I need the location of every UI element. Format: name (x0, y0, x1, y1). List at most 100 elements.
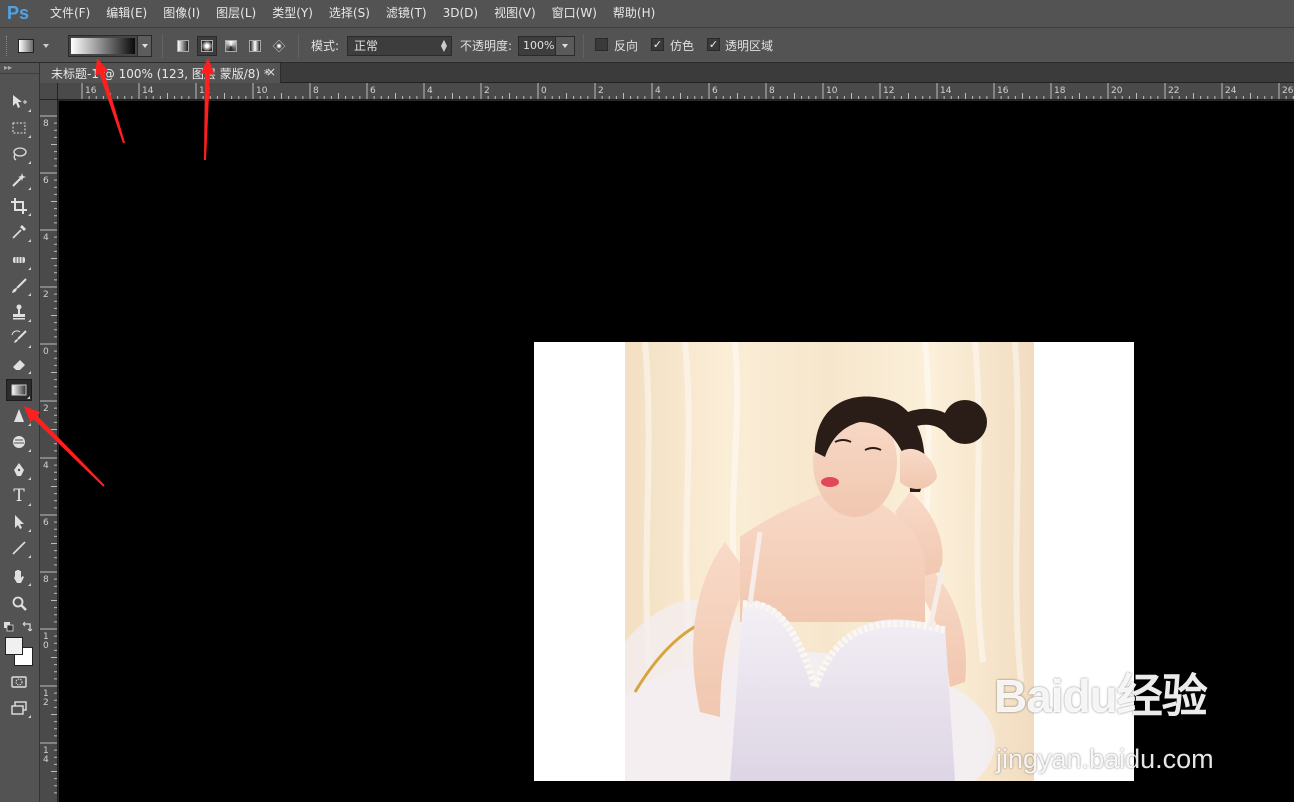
chevron-down-icon (141, 44, 148, 48)
magic-wand-tool[interactable] (6, 169, 32, 191)
opacity-input[interactable]: 100% (518, 36, 556, 56)
swap-colors-button[interactable] (22, 620, 34, 632)
default-colors-icon (4, 622, 14, 632)
angle-gradient-button[interactable] (221, 36, 241, 56)
tool-flyout-indicator (28, 213, 31, 216)
gradient-preview-bar[interactable] (71, 38, 135, 54)
menu-layer[interactable]: 图层(L) (208, 0, 264, 27)
transparency-checkbox[interactable]: ✓ (707, 38, 720, 51)
gradient-icon (11, 384, 27, 396)
ruler-label: 6 (712, 86, 718, 96)
lasso-tool[interactable] (6, 143, 32, 165)
vertical-ruler[interactable]: 864202468101214 (40, 100, 58, 802)
clone-stamp-tool[interactable] (6, 301, 32, 323)
options-bar-grip[interactable] (6, 36, 9, 56)
clone-stamp-icon (13, 304, 25, 320)
ruler-label: 0 (43, 347, 49, 357)
default-colors-button[interactable] (4, 621, 14, 632)
path-selection-tool[interactable] (6, 511, 32, 533)
opacity-slider-button[interactable] (555, 36, 575, 56)
chevron-down-icon (562, 44, 568, 48)
tool-flyout-indicator (28, 319, 31, 322)
gradient-picker-dropdown[interactable] (137, 36, 151, 56)
type-icon: T (13, 486, 25, 506)
angle-gradient-icon (225, 40, 237, 52)
tool-preset-picker[interactable] (18, 36, 56, 56)
tool-flyout-indicator (28, 423, 31, 426)
eyedropper-tool[interactable] (6, 221, 32, 243)
ruler-label: 2 (598, 86, 604, 96)
ruler-label: 14 (142, 86, 154, 96)
transparency-label: 透明区域 (725, 39, 774, 53)
tool-flyout-indicator (28, 583, 31, 586)
horizontal-ruler[interactable]: 16 14 12 10 8 6 4 2 0 2 4 6 8 10 12 14 16 18 20 22 24 26 (58, 83, 1294, 100)
gradient-tool[interactable] (6, 379, 32, 401)
linear-gradient-button[interactable] (173, 36, 193, 56)
menu-type[interactable]: 类型(Y) (264, 0, 321, 27)
photoshop-window: Ps 文件(F) 编辑(E) 图像(I) 图层(L) 类型(Y) 选择(S) 滤… (0, 0, 1294, 802)
reverse-checkbox[interactable] (595, 38, 608, 51)
close-icon[interactable]: × (266, 65, 276, 79)
dither-checkbox[interactable]: ✓ (651, 38, 664, 51)
move-icon (13, 95, 27, 108)
menu-filter[interactable]: 滤镜(T) (378, 0, 435, 27)
photo-layer (625, 342, 1034, 781)
reflected-gradient-button[interactable] (245, 36, 265, 56)
quick-mask-button[interactable] (6, 671, 32, 693)
menu-3d[interactable]: 3D(D) (435, 0, 486, 27)
gradient-editor-preview[interactable] (68, 35, 152, 57)
ruler-label: 16 (85, 86, 97, 96)
ruler-label: 8 (43, 575, 49, 585)
brush-icon (12, 278, 27, 293)
healing-brush-tool[interactable] (6, 249, 32, 271)
horizontal-ruler-ticks: 16 14 12 10 8 6 4 2 0 2 4 6 8 10 12 14 16 18 20 22 24 26 (81, 83, 1294, 99)
menu-image[interactable]: 图像(I) (155, 0, 208, 27)
crop-tool[interactable] (6, 195, 32, 217)
ruler-label: 10 (256, 86, 268, 96)
dodge-tool[interactable] (6, 431, 32, 453)
document-tab-title: 未标题-1 @ 100% (123, 图层 蒙版/8) * (51, 66, 270, 81)
mode-select[interactable]: 正常 ▲ ▼ (347, 36, 452, 56)
move-tool[interactable] (6, 91, 32, 113)
menu-window[interactable]: 窗口(W) (544, 0, 605, 27)
tool-flyout-indicator (28, 187, 31, 190)
pen-tool[interactable] (6, 459, 32, 481)
marquee-tool[interactable] (6, 117, 32, 139)
brush-tool[interactable] (6, 275, 32, 297)
linear-gradient-icon (177, 40, 189, 52)
tool-flyout-indicator (28, 371, 31, 374)
separator (162, 34, 163, 58)
eraser-tool[interactable] (6, 353, 32, 375)
menu-file[interactable]: 文件(F) (42, 0, 98, 27)
screen-mode-button[interactable] (6, 697, 32, 719)
diamond-gradient-icon (272, 39, 286, 53)
ruler-label: 16 (997, 86, 1009, 96)
type-tool[interactable]: T (6, 485, 32, 507)
foreground-color-swatch[interactable] (5, 637, 23, 655)
menu-select[interactable]: 选择(S) (321, 0, 378, 27)
dodge-icon (13, 436, 25, 448)
opacity-label: 不透明度: (460, 39, 513, 53)
ruler-label: 6 (370, 86, 376, 96)
history-brush-icon (11, 330, 27, 343)
menu-edit[interactable]: 编辑(E) (98, 0, 155, 27)
ruler-origin[interactable] (40, 83, 58, 100)
ruler-label: 2 (43, 698, 49, 708)
toolbox-collapse-button[interactable]: ▸▸ (0, 63, 39, 74)
hand-tool[interactable] (6, 565, 32, 587)
blur-tool[interactable] (6, 405, 32, 427)
menu-view[interactable]: 视图(V) (486, 0, 544, 27)
ruler-label: 4 (43, 755, 49, 765)
history-brush-tool[interactable] (6, 327, 32, 349)
menu-help[interactable]: 帮助(H) (605, 0, 663, 27)
radial-gradient-button[interactable] (197, 36, 217, 56)
path-selection-icon (15, 515, 24, 529)
line-tool[interactable] (6, 537, 32, 559)
diamond-gradient-button[interactable] (269, 36, 289, 56)
lasso-icon (13, 147, 27, 161)
hand-icon (14, 570, 24, 583)
tool-flyout-indicator (28, 239, 31, 242)
baidu-jingyan-watermark: Baidu经验 jingyan.baidu.com (994, 660, 1234, 780)
document-tab[interactable]: 未标题-1 @ 100% (123, 图层 蒙版/8) * × (40, 63, 281, 83)
zoom-tool[interactable] (6, 593, 32, 615)
